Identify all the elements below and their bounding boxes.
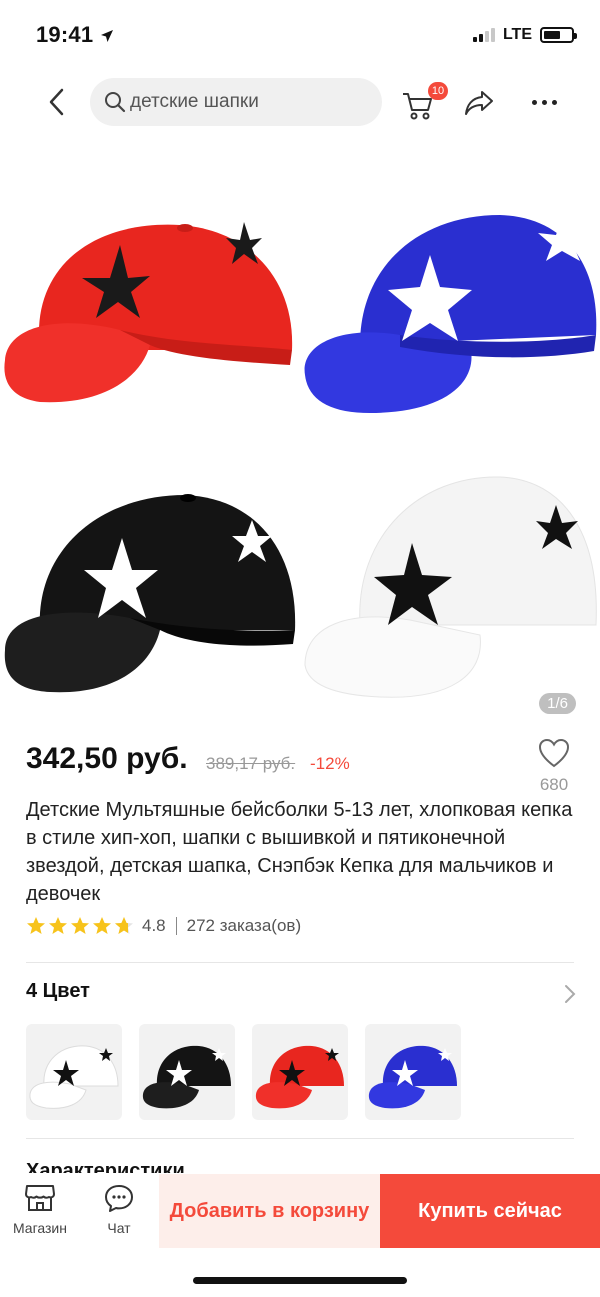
wishlist-button[interactable]: 680 [534, 738, 574, 795]
product-title: Детские Мультяшные бейсболки 5-13 лет, х… [26, 799, 573, 905]
buy-now-button[interactable]: Купить сейчас [380, 1174, 600, 1248]
cart-badge: 10 [428, 82, 448, 100]
chevron-left-icon [49, 88, 64, 116]
chat-icon [105, 1185, 133, 1212]
rating-value: 4.8 [142, 916, 166, 935]
old-price: 389,17 руб. [206, 754, 296, 773]
divider [175, 917, 177, 935]
white-cap-thumbnail [29, 1045, 119, 1109]
status-time: 19:41 [36, 22, 114, 48]
divider [26, 1138, 574, 1139]
swatch-blue[interactable] [365, 1024, 461, 1120]
status-bar: 19:41 LTE [0, 0, 600, 70]
star-icon [27, 917, 45, 934]
colors-title: 4 Цвет [26, 980, 90, 1002]
swatch-white[interactable] [26, 1024, 122, 1120]
blue-cap-thumbnail [368, 1045, 457, 1109]
swatch-black[interactable] [139, 1024, 235, 1120]
dot [551, 99, 557, 105]
discount-badge: -12% [310, 754, 350, 773]
star-icon [71, 917, 89, 934]
color-swatches [26, 1024, 461, 1120]
price-row: 342,50 руб. 389,17 руб. -12% 680 [26, 738, 576, 794]
white-cap-image [304, 476, 597, 698]
current-price: 342,50 руб. [26, 742, 188, 775]
location-arrow-icon [100, 30, 113, 43]
add-to-cart-button[interactable]: Добавить в корзину [159, 1174, 380, 1248]
rating-stars [26, 916, 134, 936]
chevron-right-icon [565, 985, 576, 1003]
more-button[interactable] [522, 82, 566, 122]
store-label: Магазин [12, 1220, 67, 1236]
star-icon [49, 917, 67, 934]
color-selector-header[interactable]: 4 Цвет [26, 980, 576, 1010]
search-icon [105, 92, 126, 113]
cart-button[interactable]: 10 [398, 80, 448, 124]
gallery-counter: 1/6 [539, 693, 576, 714]
back-button[interactable] [36, 82, 76, 122]
status-indicators: LTE [472, 26, 577, 44]
heart-icon [538, 738, 570, 768]
search-text: детские шапки [130, 91, 259, 112]
chat-tab[interactable]: Чат [94, 1183, 144, 1236]
dot [541, 99, 547, 105]
top-nav: детские шапки 10 [0, 72, 600, 132]
battery-icon [540, 27, 577, 43]
chat-label: Чат [107, 1220, 131, 1236]
wishlist-count: 680 [539, 775, 569, 794]
star-half-icon [115, 917, 133, 934]
divider [26, 962, 574, 963]
bottom-action-bar: Магазин Чат Добавить в корзину Купить се… [0, 1173, 600, 1297]
swatch-red[interactable] [252, 1024, 348, 1120]
black-cap-image [4, 494, 296, 693]
store-icon [25, 1185, 55, 1211]
home-indicator[interactable] [193, 1277, 407, 1284]
red-cap-thumbnail [255, 1045, 344, 1109]
rating-row[interactable]: 4.8 272 заказа(ов) [26, 912, 301, 940]
signal-icon [472, 28, 495, 42]
star-icon [93, 917, 111, 934]
product-gallery[interactable]: 1/6 [0, 140, 600, 730]
orders-count: 272 заказа(ов) [186, 916, 302, 935]
share-button[interactable] [462, 82, 502, 122]
dot [531, 99, 537, 105]
store-tab[interactable]: Магазин [6, 1183, 74, 1236]
share-icon [465, 91, 493, 115]
network-type: LTE [502, 26, 532, 43]
search-input[interactable]: детские шапки [90, 78, 382, 126]
blue-cap-image [304, 215, 597, 413]
red-cap-image [4, 222, 293, 403]
black-cap-thumbnail [142, 1045, 231, 1109]
